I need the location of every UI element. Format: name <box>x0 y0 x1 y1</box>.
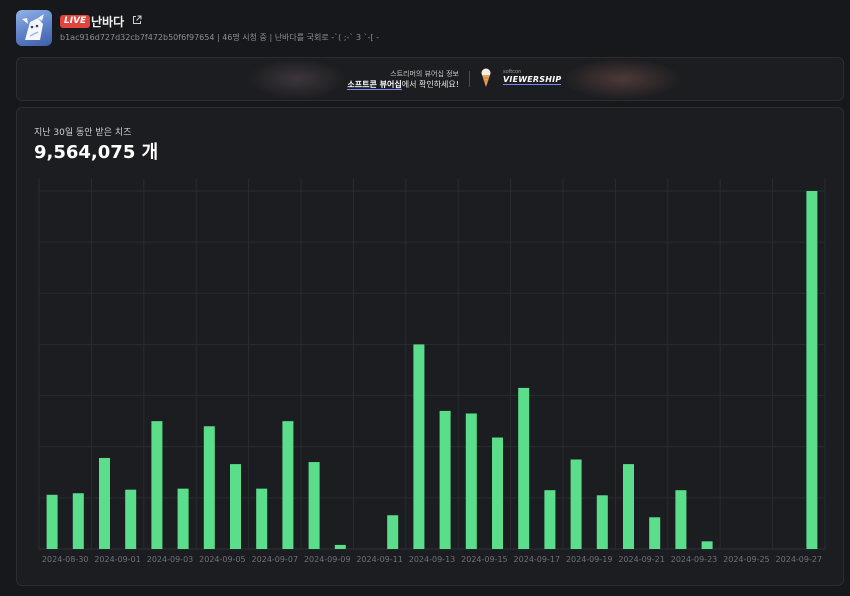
chart-bar[interactable] <box>308 462 320 549</box>
viewership-banner[interactable]: 스트리머의 뷰어십 정보 소프트콘 뷰어십에서 확인하세요! softcon V… <box>16 57 844 101</box>
chart-bar[interactable] <box>675 490 687 549</box>
x-tick-label: 2024-09-15 <box>461 555 508 564</box>
x-tick-label: 2024-09-05 <box>199 555 246 564</box>
x-tick-label: 2024-09-01 <box>94 555 141 564</box>
channel-name[interactable]: 난바다 <box>91 13 124 30</box>
x-tick-label: 2024-09-25 <box>723 555 770 564</box>
chart-bar[interactable] <box>596 495 608 549</box>
viewership-logo: VIEWERSHIP <box>503 75 562 85</box>
x-tick-label: 2024-09-23 <box>671 555 718 564</box>
chart-bar[interactable] <box>806 191 818 549</box>
chart-bar[interactable] <box>151 421 163 549</box>
banner-message-rest: 에서 확인하세요! <box>401 80 459 89</box>
chart-bar[interactable] <box>492 437 503 549</box>
chart-bar[interactable] <box>72 493 84 549</box>
chart-bar[interactable] <box>465 413 477 549</box>
x-tick-label: 2024-09-11 <box>356 555 403 564</box>
stream-info: b1ac916d727d32cb7f472b50f6f97654 | 46명 시… <box>60 33 380 42</box>
chart-bar[interactable] <box>334 544 346 549</box>
chart-bar[interactable] <box>570 459 582 550</box>
live-badge: LIVE <box>60 15 91 28</box>
avatar[interactable] <box>16 10 52 46</box>
banner-message: 소프트콘 뷰어십에서 확인하세요! <box>309 79 459 90</box>
ice-cream-cone-icon <box>481 68 491 87</box>
chart-bar[interactable] <box>282 421 294 549</box>
chart-bar[interactable] <box>544 490 556 549</box>
x-tick-label: 2024-09-19 <box>566 555 613 564</box>
x-tick-label: 2024-09-13 <box>409 555 456 564</box>
chart-bar[interactable] <box>256 488 268 549</box>
channel-header: LIVE 난바다 b1ac916d727d32cb7f472b50f6f9765… <box>16 10 836 48</box>
external-link-icon[interactable] <box>132 15 142 25</box>
chart-bar[interactable] <box>518 387 530 549</box>
x-tick-label: 2024-08-30 <box>42 555 89 564</box>
x-tick-label: 2024-09-09 <box>304 555 351 564</box>
x-tick-label: 2024-09-03 <box>147 555 194 564</box>
x-tick-label: 2024-09-27 <box>776 555 823 564</box>
x-tick-label: 2024-09-17 <box>514 555 561 564</box>
banner-decoration <box>562 58 682 100</box>
banner-highlight: 소프트콘 뷰어십 <box>347 80 402 90</box>
bar-chart: 2024-08-30 2024-09-01 2024-09-03 2024-09-05… <box>38 179 826 564</box>
chart-bar[interactable] <box>413 344 425 549</box>
chart-bar[interactable] <box>649 517 661 549</box>
cheese-chart-card: 지난 30일 동안 받은 치즈 9,564,075 개 2024-08-30 20… <box>16 107 844 586</box>
chart-bar[interactable] <box>439 410 451 549</box>
chart-bar[interactable] <box>177 488 189 549</box>
chart-bar[interactable] <box>230 464 241 549</box>
chart-bar[interactable] <box>623 464 634 549</box>
x-tick-label: 2024-09-21 <box>618 555 665 564</box>
chart-bar[interactable] <box>99 457 110 549</box>
chart-bar[interactable] <box>46 494 58 549</box>
avatar-illustration-icon <box>22 14 44 40</box>
banner-caption: 스트리머의 뷰어십 정보 <box>390 70 459 78</box>
chart-bar[interactable] <box>387 515 399 549</box>
chart-bar[interactable] <box>203 426 215 549</box>
chart-bar[interactable] <box>701 541 713 549</box>
divider <box>469 71 470 87</box>
x-tick-label: 2024-09-07 <box>252 555 299 564</box>
chart-bar[interactable] <box>125 489 137 549</box>
